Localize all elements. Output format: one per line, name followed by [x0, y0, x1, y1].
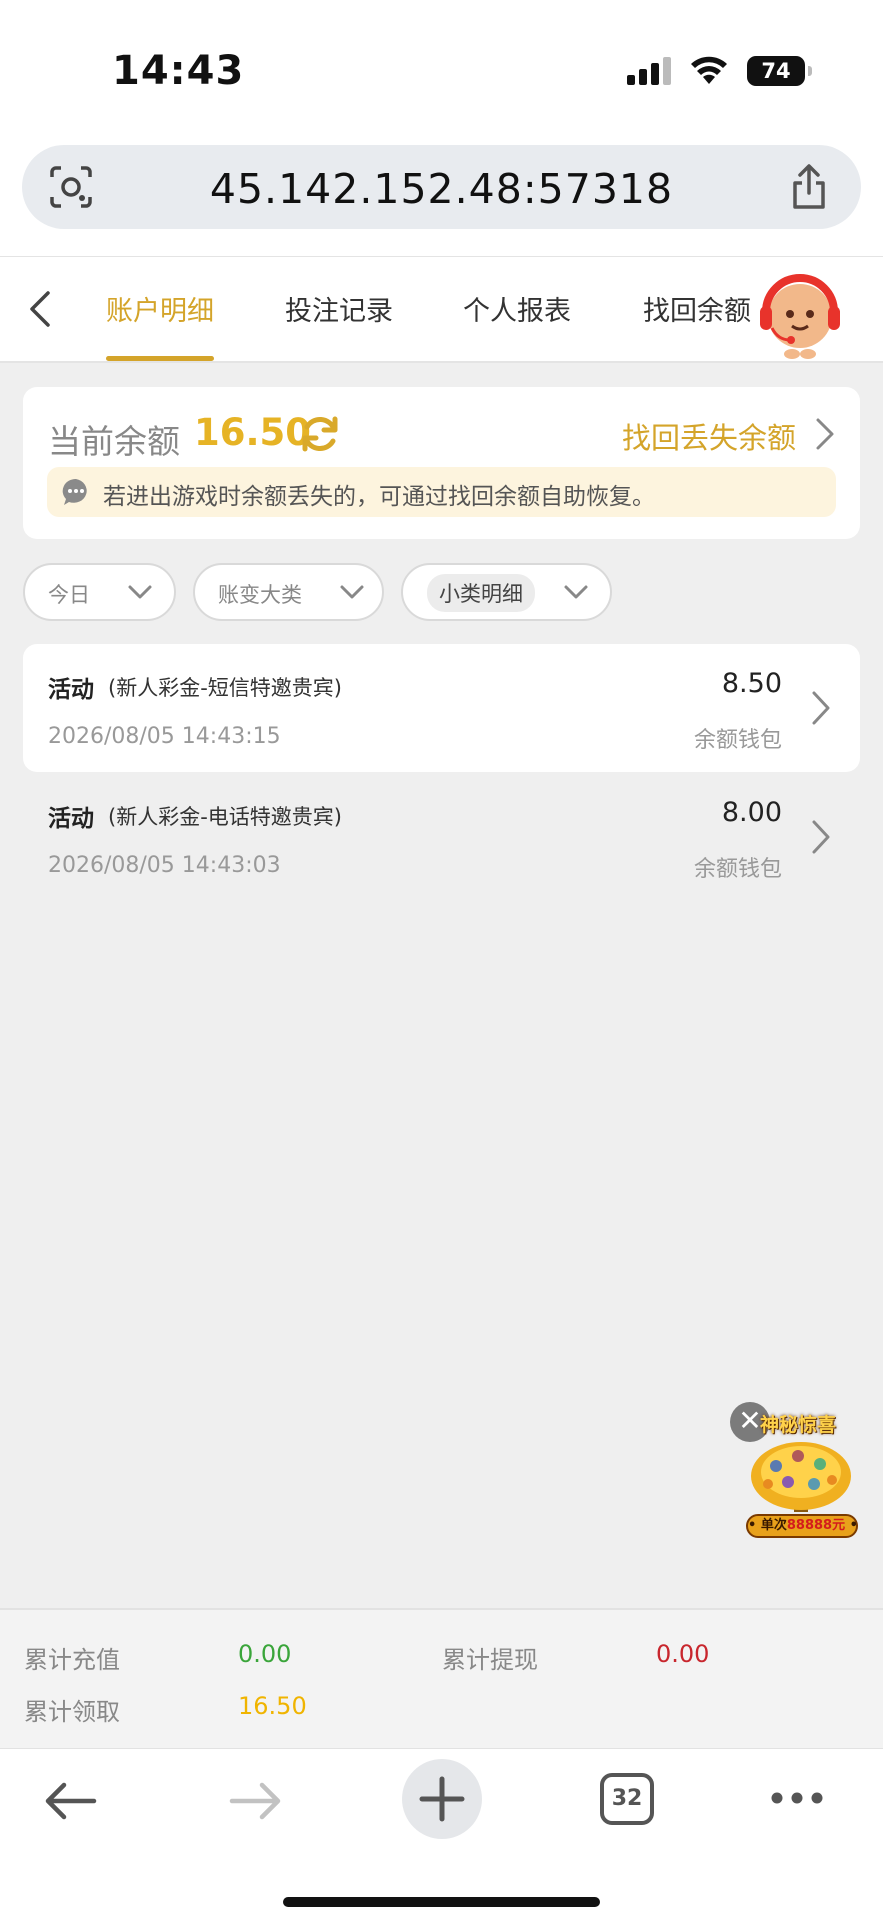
browser-address-area: 45.142.152.48:57318 — [0, 140, 883, 256]
promo-banner-amount: 88888元 — [786, 1518, 846, 1533]
record-type: 活动 — [48, 677, 94, 703]
record-wallet: 余额钱包 — [693, 857, 782, 882]
record-time: 2026/08/05 14:43:15 — [48, 724, 281, 749]
record-subtype: (新人彩金-短信特邀贵宾) — [108, 676, 342, 700]
arrow-right-icon[interactable] — [228, 1779, 284, 1823]
chevron-down-icon — [340, 585, 364, 599]
tab-recover-balance[interactable]: 找回余额 — [643, 289, 751, 328]
signal-icon — [627, 57, 671, 85]
back-chevron-icon[interactable] — [22, 287, 58, 331]
home-indicator — [283, 1897, 600, 1907]
status-bar: 14:43 74 — [0, 0, 883, 140]
withdraw-total-label: 累计提现 — [442, 1646, 538, 1674]
url-text[interactable]: 45.142.152.48:57318 — [22, 165, 861, 213]
new-tab-button[interactable] — [402, 1759, 482, 1839]
record-subtype: (新人彩金-电话特邀贵宾) — [108, 805, 342, 829]
record-row[interactable]: 活动 (新人彩金-电话特邀贵宾) 2026/08/05 14:43:03 8.0… — [23, 773, 860, 901]
tab-navigation: 账户明细 投注记录 个人报表 找回余额 — [0, 256, 883, 363]
wifi-icon — [691, 56, 727, 84]
refresh-icon[interactable] — [299, 413, 341, 455]
record-time: 2026/08/05 14:43:03 — [48, 853, 281, 878]
tab-switcher-button[interactable]: 32 — [600, 1773, 654, 1825]
browser-toolbar: 32 — [0, 1748, 883, 1920]
active-tab-indicator — [106, 356, 214, 361]
summary-panel: 累计充值 0.00 累计提现 0.00 累计领取 16.50 — [0, 1608, 883, 1748]
address-bar[interactable]: 45.142.152.48:57318 — [22, 145, 861, 229]
status-icons: 74 — [627, 54, 812, 88]
promo-title: 神秘惊喜 — [760, 1414, 837, 1436]
plus-icon — [419, 1776, 465, 1822]
balance-value: 16.50 — [194, 411, 312, 454]
recover-lost-balance-link[interactable]: 找回丢失余额 — [622, 415, 796, 457]
tab-account-details[interactable]: 账户明细 — [106, 289, 214, 328]
chat-bubble-icon — [62, 478, 87, 505]
filter-subcategory-label: 小类明细 — [427, 574, 535, 612]
filter-date[interactable]: 今日 — [23, 563, 176, 621]
promo-banner-prefix: 单次 — [760, 1518, 787, 1533]
balance-card: 当前余额 16.50 找回丢失余额 若进出游戏时余额丢失的，可通过找回余额自助恢… — [23, 387, 860, 539]
chevron-right-icon[interactable] — [814, 417, 836, 451]
battery-icon: 74 — [747, 56, 812, 86]
tab-personal-report[interactable]: 个人报表 — [463, 289, 571, 328]
chevron-right-icon[interactable] — [810, 690, 832, 726]
deposit-total-value: 0.00 — [238, 1640, 292, 1668]
arrow-left-icon[interactable] — [42, 1779, 98, 1823]
record-wallet: 余额钱包 — [693, 728, 782, 753]
mystery-surprise-promo[interactable]: ✕ 神秘惊喜 • 单次88888元 • — [730, 1402, 858, 1538]
record-row[interactable]: 活动 (新人彩金-短信特邀贵宾) 2026/08/05 14:43:15 8.5… — [23, 644, 860, 772]
balance-label: 当前余额 — [48, 422, 180, 461]
record-amount: 8.50 — [721, 668, 782, 699]
filter-subcategory[interactable]: 小类明细 — [401, 563, 612, 621]
promo-banner: • 单次88888元 • — [746, 1514, 858, 1538]
filter-category[interactable]: 账变大类 — [193, 563, 384, 621]
withdraw-total-value: 0.00 — [656, 1640, 710, 1668]
customer-service-mascot-icon[interactable] — [752, 266, 848, 362]
claimed-total-label: 累计领取 — [24, 1698, 120, 1726]
record-amount: 8.00 — [721, 797, 782, 828]
recover-tip-banner: 若进出游戏时余额丢失的，可通过找回余额自助恢复。 — [47, 467, 836, 517]
tip-text: 若进出游戏时余额丢失的，可通过找回余额自助恢复。 — [103, 484, 655, 510]
money-tree-icon — [751, 1442, 851, 1512]
tab-bet-records[interactable]: 投注记录 — [285, 289, 393, 328]
record-type: 活动 — [48, 806, 94, 832]
claimed-total-value: 16.50 — [238, 1692, 307, 1720]
status-time: 14:43 — [112, 48, 245, 94]
share-icon[interactable] — [787, 163, 831, 211]
filter-date-label: 今日 — [48, 583, 90, 607]
chevron-down-icon — [128, 585, 152, 599]
chevron-right-icon[interactable] — [810, 819, 832, 855]
more-dots-icon[interactable] — [770, 1789, 824, 1807]
chevron-down-icon — [564, 585, 588, 599]
deposit-total-label: 累计充值 — [24, 1646, 120, 1674]
filter-category-label: 账变大类 — [218, 583, 302, 607]
